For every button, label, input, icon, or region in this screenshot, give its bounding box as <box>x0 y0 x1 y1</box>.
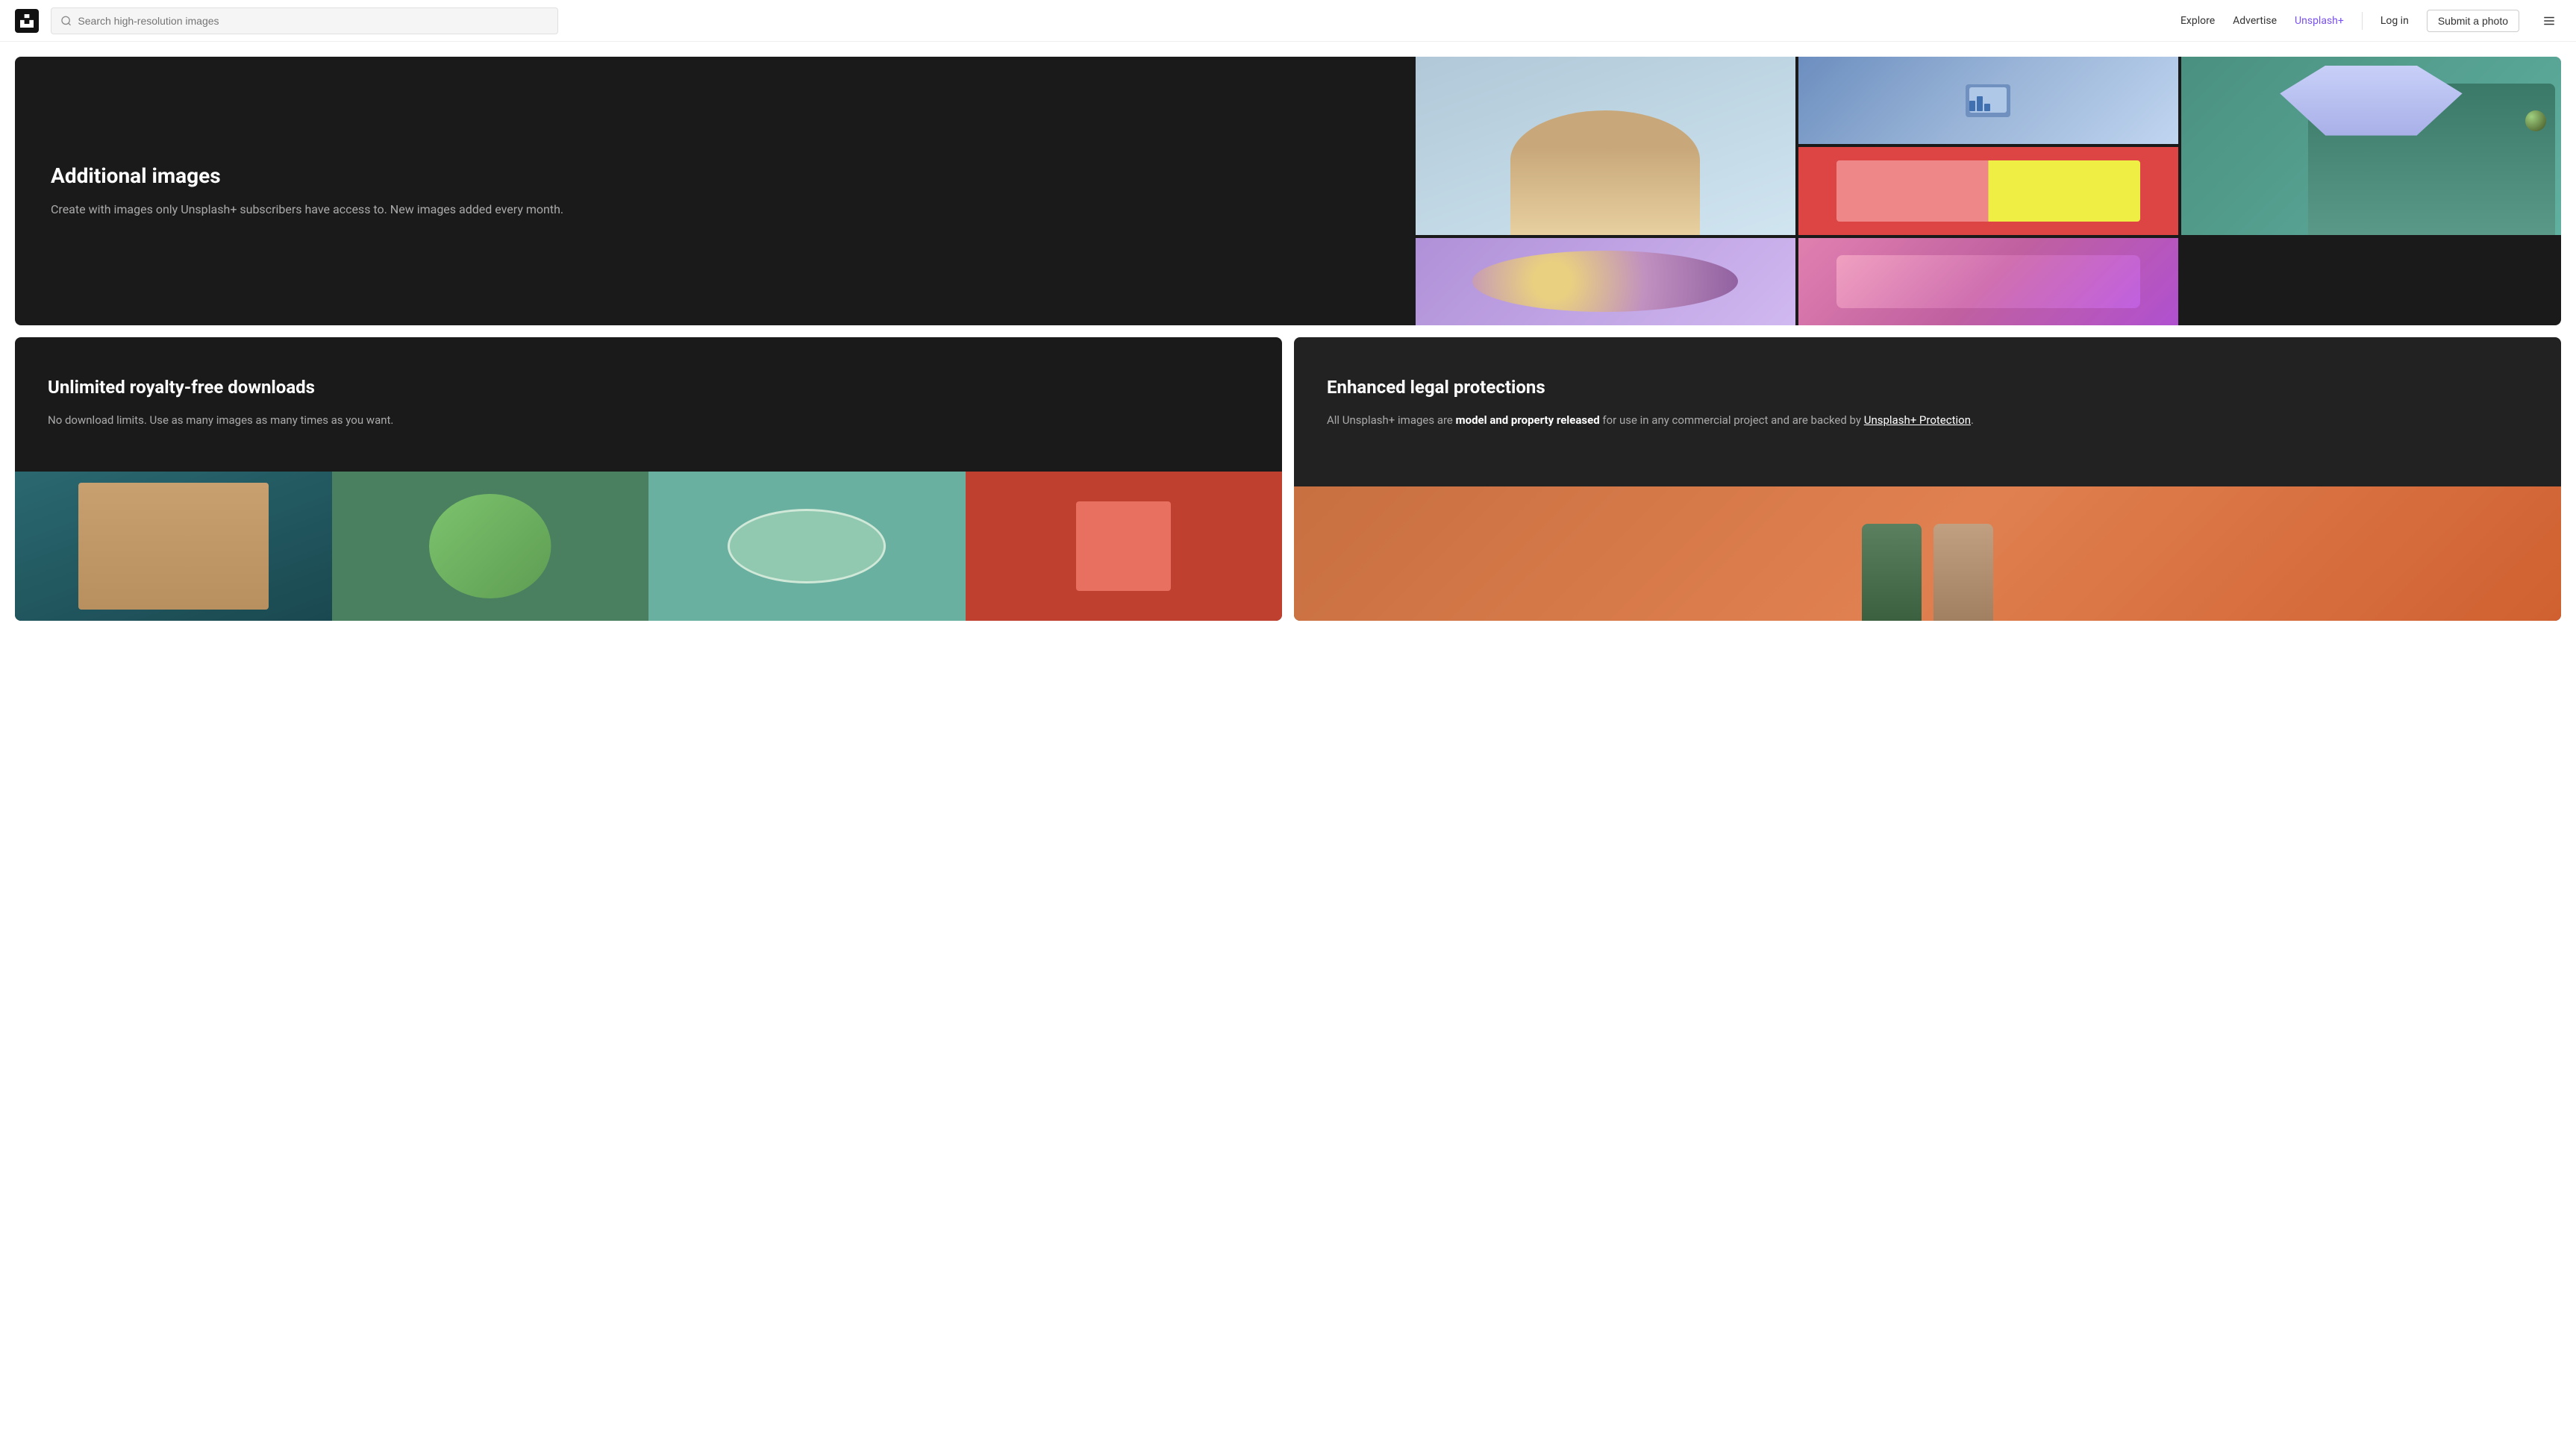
legal-desc-plain1: All Unsplash+ images are <box>1327 413 1456 427</box>
abstract-wave-shape <box>1836 255 2140 307</box>
downloads-description: No download limits. Use as many images a… <box>48 411 1249 430</box>
laptop-container <box>1966 84 2010 117</box>
additional-images-description: Create with images only Unsplash+ subscr… <box>51 200 1380 219</box>
hamburger-icon <box>2542 14 2556 28</box>
chart-bar-3 <box>1984 104 1990 111</box>
legal-title: Enhanced legal protections <box>1327 376 2528 399</box>
chart-bar-2 <box>1977 96 1983 111</box>
unsplash-logo[interactable] <box>15 9 39 33</box>
grid-image-lying-people <box>1798 147 2178 234</box>
additional-images-card: Additional images Create with images onl… <box>15 57 2561 325</box>
legal-card: Enhanced legal protections All Unsplash+… <box>1294 337 2561 621</box>
strip-image-person <box>15 472 332 621</box>
strip-image-leaf <box>332 472 649 621</box>
nav-links: Explore Advertise Unsplash+ Log in Submi… <box>2180 9 2561 33</box>
legal-description: All Unsplash+ images are model and prope… <box>1327 411 2528 430</box>
downloads-image-strip <box>15 472 1282 621</box>
nav-login[interactable]: Log in <box>2380 15 2409 27</box>
additional-images-grid <box>1416 57 2561 325</box>
legal-text: Enhanced legal protections All Unsplash+… <box>1294 337 2561 454</box>
grid-image-person-water <box>1416 57 1795 235</box>
downloads-title: Unlimited royalty-free downloads <box>48 376 1249 399</box>
legal-desc-end: . <box>1971 413 1974 427</box>
legal-person-2 <box>1933 524 1993 621</box>
abstract-3d-shape <box>1472 251 1738 312</box>
legal-people-container <box>1862 524 1993 621</box>
downloads-card: Unlimited royalty-free downloads No down… <box>15 337 1282 621</box>
additional-images-text: Additional images Create with images onl… <box>15 57 1416 325</box>
legal-person-1 <box>1862 524 1922 621</box>
laptop-screen <box>1969 87 2007 113</box>
unsplash-protection-link[interactable]: Unsplash+ Protection <box>1864 413 1971 427</box>
legal-image-area <box>1294 486 2561 621</box>
strip-image-bowl <box>648 472 966 621</box>
chart-bar-1 <box>1969 101 1975 111</box>
person-silhouette-shape <box>1510 110 1701 235</box>
ball-icon-shape <box>2525 110 2546 131</box>
nav-advertise[interactable]: Advertise <box>2233 15 2277 27</box>
search-icon <box>60 15 72 27</box>
submit-photo-button[interactable]: Submit a photo <box>2427 10 2519 32</box>
additional-images-title: Additional images <box>51 163 1380 188</box>
nav-divider <box>2362 12 2363 30</box>
strip-image-cactus <box>966 472 1283 621</box>
leaf-shape <box>403 494 577 598</box>
nav-menu-button[interactable] <box>2537 9 2561 33</box>
grid-image-laptop-chart <box>1798 57 2178 144</box>
lying-people-shape <box>1836 160 2140 222</box>
downloads-text: Unlimited royalty-free downloads No down… <box>15 337 1282 454</box>
grid-image-abstract-3d <box>1416 238 1795 325</box>
main-content: Additional images Create with images onl… <box>0 42 2576 636</box>
legal-desc-bold: model and property released <box>1456 413 1600 427</box>
legal-desc-plain2: for use in any commercial project and ar… <box>1600 413 1864 427</box>
bottom-cards-row: Unlimited royalty-free downloads No down… <box>15 337 2561 621</box>
navbar: Explore Advertise Unsplash+ Log in Submi… <box>0 0 2576 42</box>
bowl-shape <box>728 509 886 583</box>
search-input[interactable] <box>78 15 548 27</box>
person-strip-shape <box>78 483 269 610</box>
grid-image-abstract-wave <box>1798 238 2178 325</box>
cactus-shape <box>1076 501 1171 591</box>
nav-explore[interactable]: Explore <box>2180 15 2215 27</box>
search-bar[interactable] <box>51 7 558 34</box>
laptop-icon-shape <box>1966 84 2010 117</box>
nav-unsplash-plus[interactable]: Unsplash+ <box>2295 15 2344 27</box>
